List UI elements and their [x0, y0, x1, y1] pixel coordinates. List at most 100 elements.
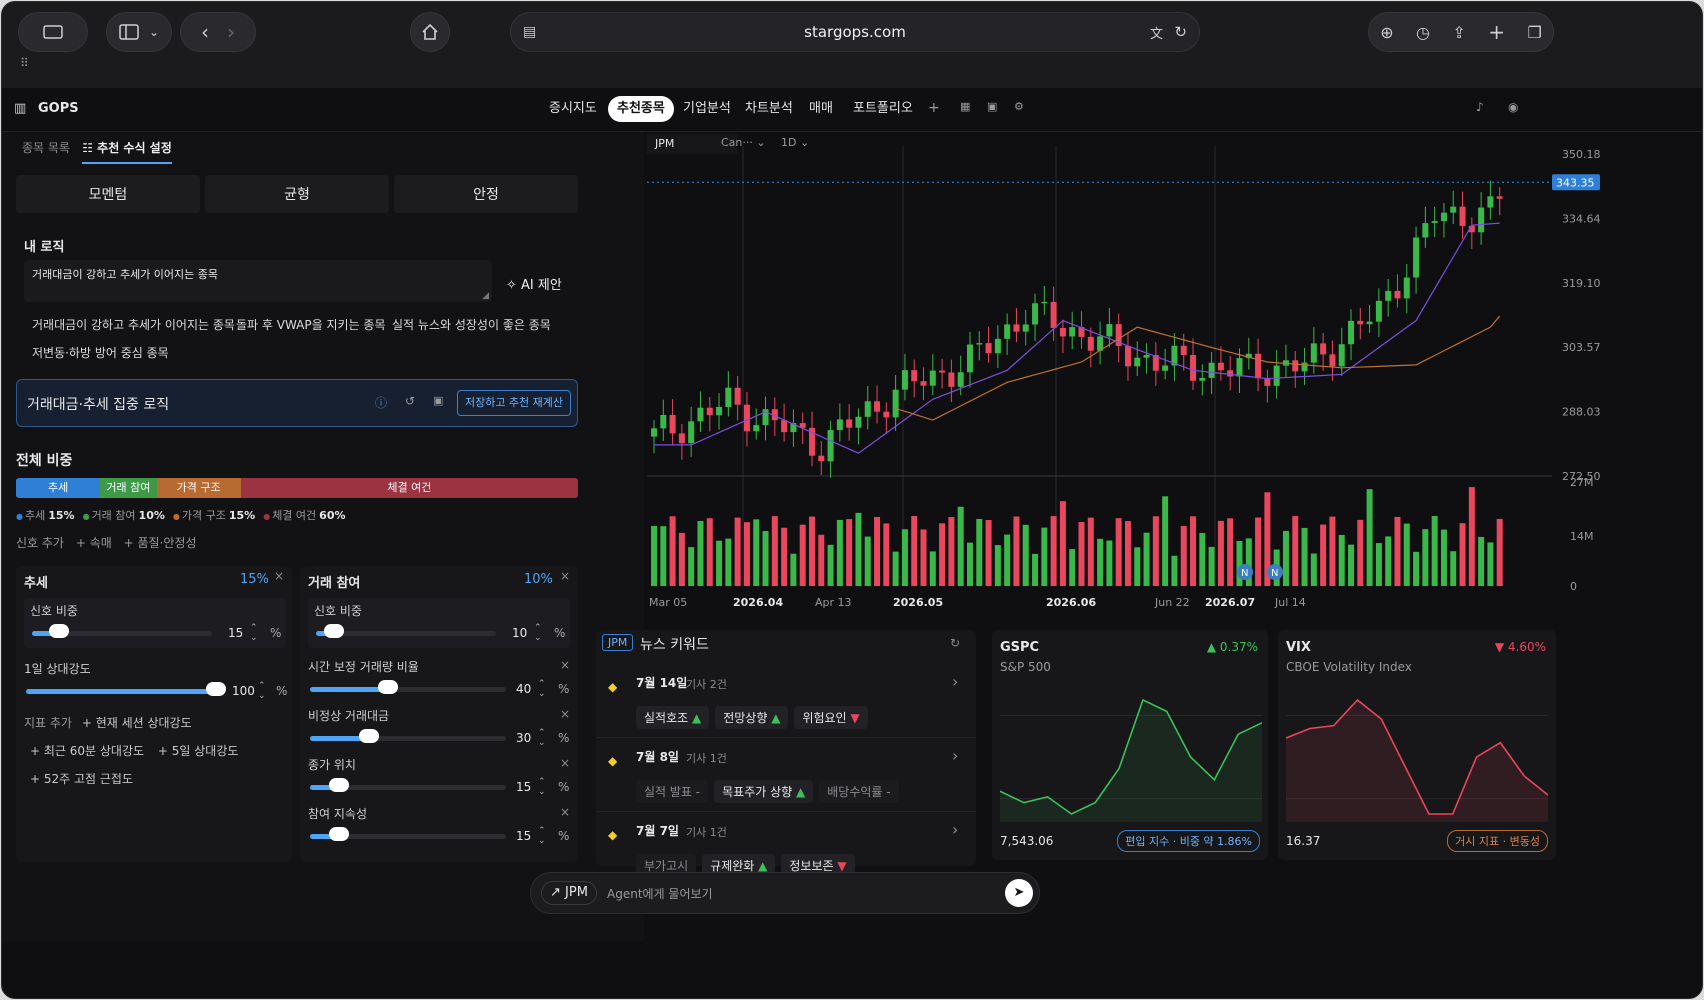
logic-textarea[interactable]: 거래대금이 강하고 추세가 이어지는 종목 ◢	[24, 260, 492, 302]
tab-stock-list[interactable]: 종목 목록	[22, 139, 70, 156]
index-card-vix[interactable]: VIX CBOE Volatility Index ▼ 4.60% 16.37 …	[1278, 630, 1556, 860]
bell-icon[interactable]: ♪	[1476, 100, 1484, 114]
ai-suggest-button[interactable]: ✧ AI 제안	[506, 274, 562, 293]
forward-icon[interactable]: ›	[227, 20, 235, 44]
clock-icon[interactable]: ◷	[1416, 23, 1430, 42]
address-bar[interactable]: ▤ stargops.com 文 ↻	[510, 12, 1200, 52]
keyword-chip[interactable]: 위험요인 ▼	[794, 706, 868, 729]
back-icon[interactable]: ‹	[201, 20, 209, 44]
slider-knob[interactable]	[206, 682, 226, 696]
sidebar-toggle-button[interactable]	[18, 12, 88, 52]
keyword-chip[interactable]: 전망상향 ▲	[715, 706, 789, 729]
nav-trade[interactable]: 매매	[800, 96, 842, 122]
translate-icon[interactable]: 文	[1150, 23, 1163, 42]
add-signal-option[interactable]: + 품질·안정성	[124, 536, 197, 550]
slider-knob[interactable]	[329, 827, 350, 841]
preset-momentum[interactable]: 모멘텀	[16, 175, 200, 213]
add-indicator-option[interactable]: + 52주 고점 근접도	[30, 770, 133, 787]
chevron-right-icon[interactable]: ›	[952, 820, 958, 839]
reset-icon[interactable]: ↺	[405, 394, 415, 408]
chevron-right-icon[interactable]: ›	[952, 746, 958, 765]
weight-bar[interactable]: 추세 거래 참여 가격 구조 체결 여건	[16, 478, 578, 498]
suggestion-chip[interactable]: 실적 뉴스와 성장성이 좋은 종목	[384, 312, 559, 337]
remove-icon[interactable]: ×	[560, 569, 570, 583]
remove-icon[interactable]: ×	[274, 569, 284, 583]
nav-recommend[interactable]: 추천종목	[608, 96, 674, 122]
save-icon[interactable]: ▣	[433, 394, 443, 407]
nav-company[interactable]: 기업분석	[674, 96, 740, 122]
tabs-icon[interactable]: ❐	[1527, 23, 1541, 42]
save-icon[interactable]: ▣	[987, 100, 997, 113]
reload-icon[interactable]: ↻	[1174, 23, 1187, 41]
slider-knob[interactable]	[378, 680, 399, 694]
keyword-chip[interactable]: 배당수익률 -	[819, 780, 899, 803]
weight-segment[interactable]: 가격 구조	[156, 478, 241, 498]
candlestick-svg[interactable]: 350.18334.64319.10303.57288.03272.50343.…	[647, 146, 1703, 626]
tab-overview-button[interactable]: ⌄	[106, 12, 172, 52]
remove-icon[interactable]: ×	[560, 756, 570, 770]
stepper-icon[interactable]: ⌃ ⌄	[534, 623, 542, 643]
add-indicator-option[interactable]: + 현재 세션 상대강도	[82, 716, 192, 730]
remove-icon[interactable]: ×	[560, 658, 570, 672]
remove-icon[interactable]: ×	[560, 707, 570, 721]
news-entry[interactable]: ◆ 7월 14일 기사 2건 › 실적호조 ▲ 전망상향 ▲ 위험요인 ▼	[596, 666, 976, 738]
item-value[interactable]: 15	[516, 829, 531, 843]
nav-portfolio[interactable]: 포트폴리오	[844, 96, 922, 122]
suggestion-chip[interactable]: 거래대금이 강하고 추세가 이어지는 종목	[24, 312, 243, 337]
user-icon[interactable]: ◉	[1508, 100, 1518, 114]
signal-weight-slider[interactable]	[316, 624, 496, 638]
item-value[interactable]: 40	[516, 682, 531, 696]
keyword-chip[interactable]: 실적 발표 -	[636, 780, 709, 803]
tab-formula-settings[interactable]: ☷ 추천 수식 설정	[82, 139, 172, 164]
slider-knob[interactable]	[49, 624, 69, 638]
signal-weight-value[interactable]: 10	[512, 626, 527, 640]
remove-icon[interactable]: ×	[560, 805, 570, 819]
add-tab-icon[interactable]: +	[928, 100, 940, 116]
agent-symbol-chip[interactable]: ↗ JPM	[541, 881, 597, 905]
resize-handle-icon[interactable]: ◢	[482, 291, 489, 301]
signal-weight-slider[interactable]	[32, 624, 212, 638]
item-value[interactable]: 30	[516, 731, 531, 745]
item-value[interactable]: 15	[516, 780, 531, 794]
share-icon[interactable]: ⇪	[1452, 23, 1465, 42]
signal-weight-value[interactable]: 15	[228, 626, 243, 640]
page-menu-icon[interactable]: ▤	[523, 24, 536, 40]
stepper-icon[interactable]: ⌃ ⌄	[538, 826, 546, 846]
weight-segment[interactable]: 체결 여건	[240, 478, 578, 498]
stepper-icon[interactable]: ⌃ ⌄	[538, 679, 546, 699]
item-slider[interactable]	[310, 827, 506, 841]
stepper-icon[interactable]: ⌃ ⌄	[258, 681, 266, 701]
refresh-icon[interactable]: ↻	[950, 636, 960, 650]
slider-knob[interactable]	[329, 778, 350, 792]
home-button[interactable]	[410, 12, 450, 52]
stepper-icon[interactable]: ⌃ ⌄	[538, 777, 546, 797]
item-value[interactable]: 100	[232, 684, 255, 698]
slider-knob[interactable]	[324, 624, 344, 638]
send-button[interactable]: ➤	[1005, 879, 1033, 907]
item-slider[interactable]	[310, 729, 506, 743]
formula-name-box[interactable]: 거래대금·추세 집중 로직 ⓘ ↺ ▣ 저장하고 추천 재계산	[16, 379, 578, 427]
suggestion-chip[interactable]: 저변동·하방 방어 중심 종목	[24, 340, 177, 365]
index-card-gspc[interactable]: GSPC S&P 500 ▲ 0.37% 7,543.06 편입 지수 · 비중…	[992, 630, 1268, 860]
nav-market-map[interactable]: 증시지도	[540, 96, 606, 122]
download-icon[interactable]: ⊕	[1380, 23, 1393, 42]
item-slider[interactable]	[310, 680, 506, 694]
weight-segment[interactable]: 추세	[16, 478, 101, 498]
agent-input-bar[interactable]: ↗ JPM Agent에게 물어보기 ➤	[530, 872, 1040, 914]
save-recalc-button[interactable]: 저장하고 추천 재계산	[457, 390, 571, 416]
keyword-chip[interactable]: 실적호조 ▲	[636, 706, 710, 729]
new-tab-icon[interactable]: +	[1488, 20, 1505, 44]
keyword-chip[interactable]: 목표주가 상향 ▲	[714, 780, 814, 803]
item-slider[interactable]	[26, 682, 226, 696]
preset-balanced[interactable]: 균형	[205, 175, 389, 213]
apps-grid-icon[interactable]: ⠿	[20, 56, 29, 70]
stepper-icon[interactable]: ⌃ ⌄	[250, 623, 258, 643]
chevron-right-icon[interactable]: ›	[952, 672, 958, 691]
item-slider[interactable]	[310, 778, 506, 792]
weight-segment[interactable]: 거래 참여	[100, 478, 157, 498]
slider-knob[interactable]	[358, 729, 379, 743]
nav-chart[interactable]: 차트분석	[736, 96, 802, 122]
news-entry[interactable]: ◆ 7월 8일 기사 1건 › 실적 발표 - 목표주가 상향 ▲ 배당수익률 -	[596, 740, 976, 812]
stepper-icon[interactable]: ⌃ ⌄	[538, 728, 546, 748]
add-signal-option[interactable]: + 속매	[76, 536, 112, 550]
